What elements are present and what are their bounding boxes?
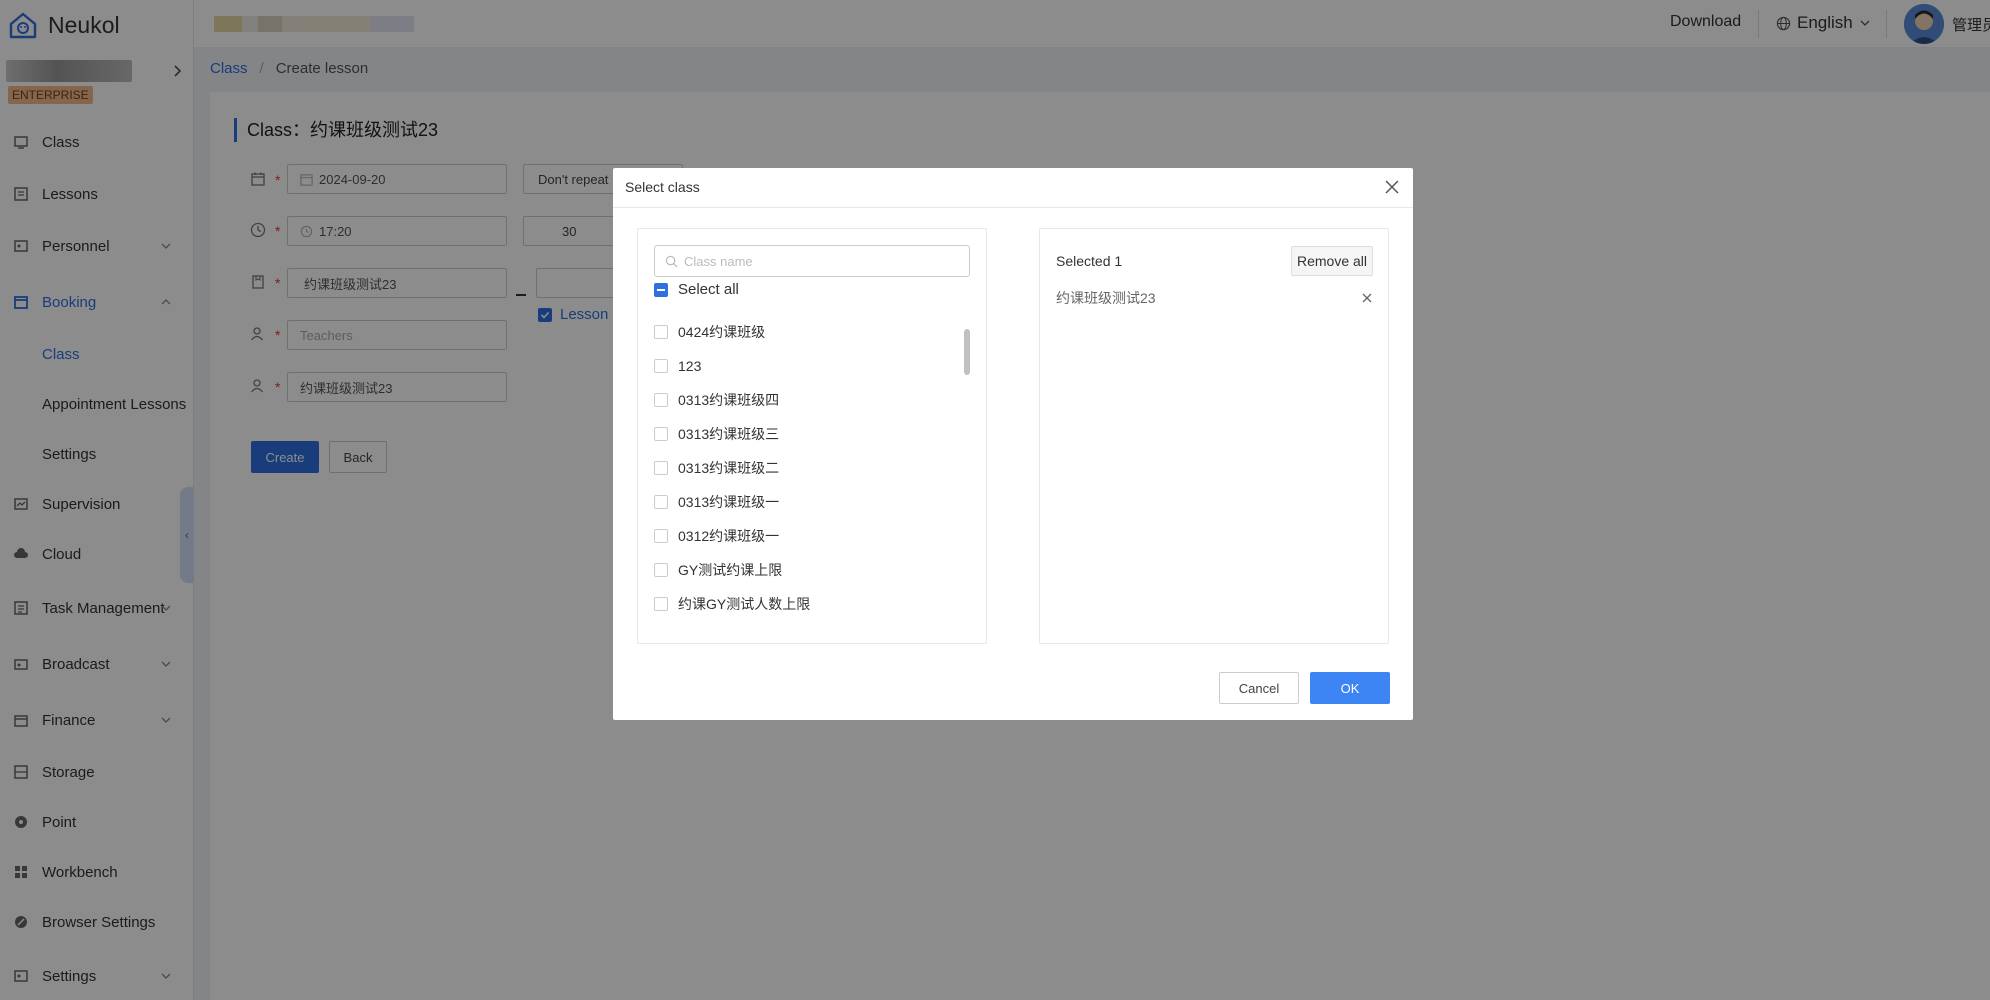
checkbox-indeterminate-icon — [654, 282, 668, 297]
class-option-label: 0313约课班级二 — [678, 460, 780, 476]
class-option[interactable]: GY测试约课上限 — [654, 553, 974, 587]
class-option-list: 0424约课班级 123 0313约课班级四 0313约课班级三 0313约课班… — [654, 315, 974, 621]
select-all-label: Select all — [678, 281, 739, 298]
dialog-header: Select class — [613, 168, 1413, 208]
close-icon[interactable] — [1383, 178, 1401, 196]
remove-item-icon[interactable] — [1360, 291, 1374, 305]
checkbox-unchecked-icon[interactable] — [654, 359, 668, 373]
checkbox-unchecked-icon[interactable] — [654, 529, 668, 543]
selected-classes-panel: Selected 1 Remove all 约课班级测试23 — [1039, 228, 1389, 644]
checkbox-unchecked-icon[interactable] — [654, 325, 668, 339]
select-all-checkbox[interactable]: Select all — [654, 281, 739, 298]
class-search-input[interactable] — [684, 253, 944, 269]
class-search-box[interactable] — [654, 245, 970, 277]
class-option[interactable]: 0313约课班级一 — [654, 485, 974, 519]
class-option-label: GY测试约课上限 — [678, 562, 783, 578]
class-option[interactable]: 0313约课班级二 — [654, 451, 974, 485]
class-option-label: 0313约课班级一 — [678, 494, 780, 510]
selected-class-label: 约课班级测试23 — [1056, 290, 1156, 306]
checkbox-unchecked-icon[interactable] — [654, 461, 668, 475]
class-option[interactable]: 0312约课班级一 — [654, 519, 974, 553]
checkbox-unchecked-icon[interactable] — [654, 427, 668, 441]
list-scrollbar[interactable] — [964, 329, 970, 375]
class-option[interactable]: 约课GY测试人数上限 — [654, 587, 974, 621]
cancel-button[interactable]: Cancel — [1219, 672, 1299, 704]
selected-count: Selected 1 — [1056, 253, 1123, 269]
selected-class-item: 约课班级测试23 — [1056, 287, 1374, 309]
class-option-label: 0313约课班级四 — [678, 392, 780, 408]
class-option-label: 约课GY测试人数上限 — [678, 596, 811, 612]
checkbox-unchecked-icon[interactable] — [654, 495, 668, 509]
class-option[interactable]: 0424约课班级 — [654, 315, 974, 349]
class-option[interactable]: 123 — [654, 349, 974, 383]
class-options-panel: Select all 0424约课班级 123 0313约课班级四 0313约课… — [637, 228, 987, 644]
class-option[interactable]: 0313约课班级四 — [654, 383, 974, 417]
checkbox-unchecked-icon[interactable] — [654, 563, 668, 577]
select-class-dialog: Select class Select all 0424约课班级 123 031… — [613, 168, 1413, 720]
class-option[interactable]: 0313约课班级三 — [654, 417, 974, 451]
remove-all-button[interactable]: Remove all — [1291, 246, 1373, 276]
class-option-label: 0424约课班级 — [678, 324, 766, 340]
checkbox-unchecked-icon[interactable] — [654, 597, 668, 611]
class-option-label: 123 — [678, 358, 702, 374]
search-icon — [665, 255, 678, 267]
ok-button[interactable]: OK — [1310, 672, 1390, 704]
dialog-title: Select class — [625, 179, 700, 195]
class-option-label: 0312约课班级一 — [678, 528, 780, 544]
class-option-label: 0313约课班级三 — [678, 426, 780, 442]
checkbox-unchecked-icon[interactable] — [654, 393, 668, 407]
